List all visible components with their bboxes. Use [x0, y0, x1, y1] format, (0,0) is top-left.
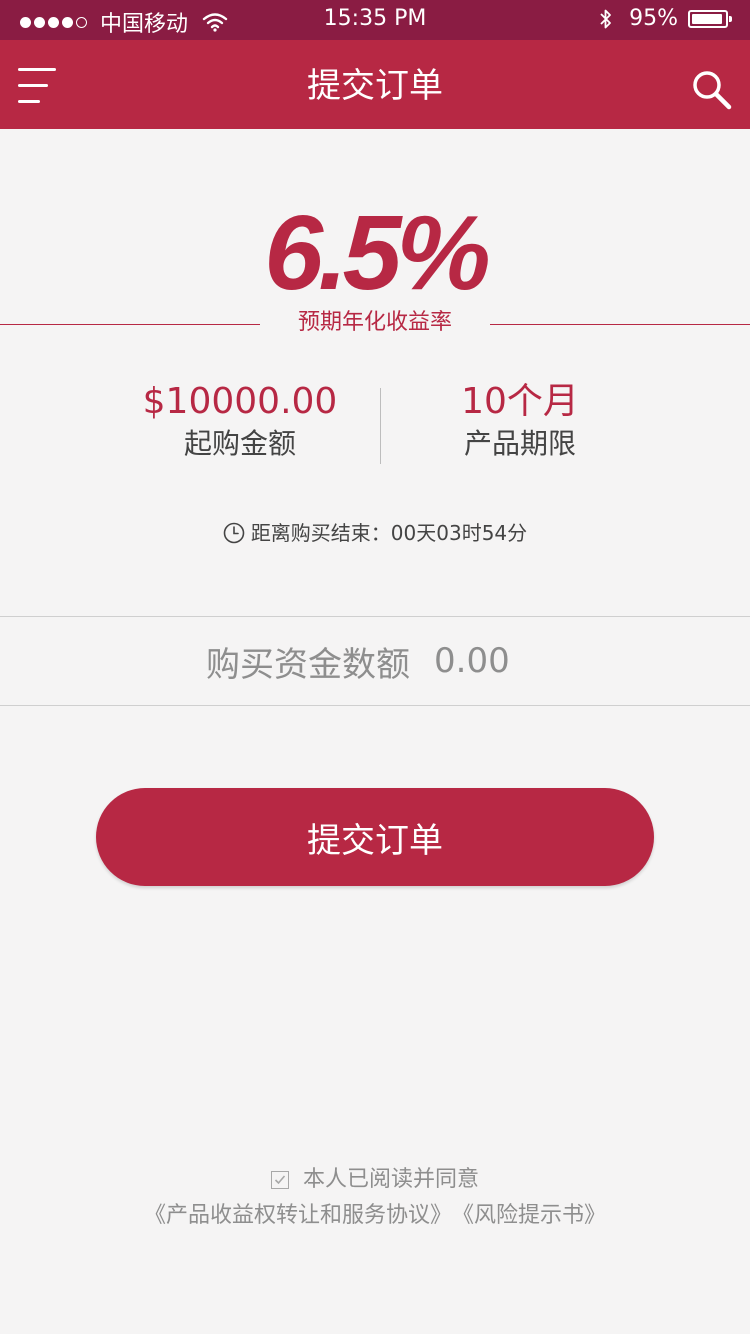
purchase-amount-input[interactable] — [434, 641, 544, 681]
min-amount-label: 起购金额 — [183, 427, 296, 460]
purchase-amount-row: 购买资金数额 — [0, 616, 750, 706]
min-amount-block: $10000.00 起购金额 — [90, 380, 390, 464]
status-bar-right: 95% — [599, 6, 732, 31]
battery-icon — [688, 9, 732, 28]
navigation-bar: 提交订单 — [0, 40, 750, 129]
agreement-text: 本人已阅读并同意 — [302, 1167, 479, 1192]
risk-disclosure-link[interactable]: 《风险提示书》 — [452, 1202, 606, 1230]
countdown: 距离购买结束：00天03时54分 — [0, 520, 750, 546]
bluetooth-icon — [600, 9, 611, 28]
checkmark-icon — [274, 1175, 286, 1185]
annual-return-label: 预期年化收益率 — [297, 310, 452, 335]
page-title: 提交订单 — [307, 66, 443, 106]
agreement-row: 本人已阅读并同意 — [0, 1166, 750, 1194]
status-bar: 中国移动 15:35 PM 95% — [0, 0, 750, 40]
agreement-documents: 《产品收益权转让和服务协议》 《风险提示书》 — [0, 1202, 750, 1230]
search-icon[interactable] — [690, 68, 734, 112]
battery-percentage: 95% — [629, 6, 678, 31]
service-agreement-link[interactable]: 《产品收益权转让和服务协议》 — [144, 1202, 452, 1230]
battery-level-fill — [692, 13, 723, 24]
min-amount-value: $10000.00 — [142, 381, 338, 422]
submit-order-button[interactable]: 提交订单 — [96, 788, 654, 886]
term-block: 10个月 产品期限 — [370, 380, 670, 464]
term-value: 10个月 — [461, 381, 579, 422]
annual-return-rate: 6.5% — [264, 194, 491, 312]
agreement-checkbox[interactable] — [270, 1171, 289, 1189]
countdown-text: 距离购买结束：00天03时54分 — [250, 521, 528, 545]
term-label: 产品期限 — [463, 427, 576, 460]
clock-icon — [223, 522, 245, 544]
purchase-amount-label: 购买资金数额 — [206, 644, 410, 685]
